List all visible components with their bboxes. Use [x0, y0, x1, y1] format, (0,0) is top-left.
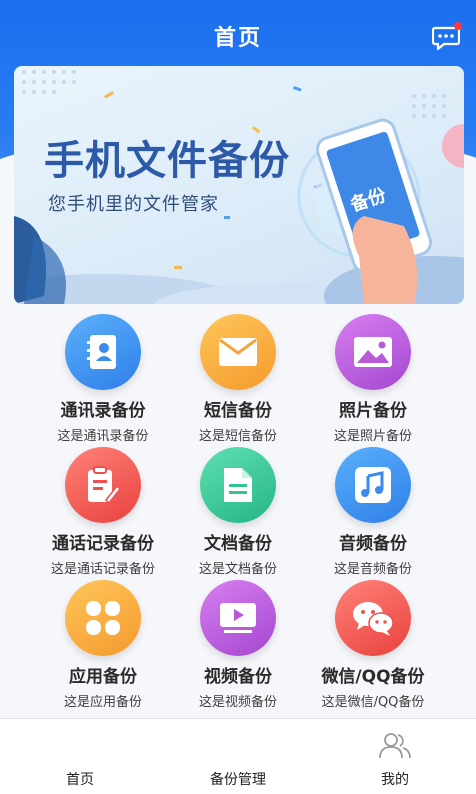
- feature-label: 音频备份: [339, 534, 407, 554]
- feature-tile-photos[interactable]: 照片备份 这是照片备份: [303, 314, 443, 444]
- feature-label: 照片备份: [339, 401, 407, 421]
- feature-label: 应用备份: [69, 667, 137, 687]
- feature-desc: 这是视频备份: [198, 695, 277, 710]
- bottom-tab-bar: 首页 备份管理 我的: [0, 718, 476, 794]
- user-group-icon: [379, 733, 411, 759]
- envelope-icon: [200, 314, 276, 390]
- app-grid-icon: [65, 580, 141, 656]
- feature-label: 视频备份: [204, 667, 272, 687]
- feature-desc: 这是应用备份: [63, 695, 142, 710]
- feature-label: 通讯录备份: [60, 401, 146, 421]
- feature-tile-video[interactable]: 视频备份 这是视频备份: [168, 580, 308, 710]
- feature-tile-contacts[interactable]: 通讯录备份 这是通讯录备份: [33, 314, 173, 444]
- tab-label: 首页: [66, 772, 94, 788]
- document-icon: [200, 447, 276, 523]
- feature-tile-wechat-qq[interactable]: 微信/QQ备份 这是微信/QQ备份: [303, 580, 443, 710]
- feature-tile-apps[interactable]: 应用备份 这是应用备份: [33, 580, 173, 710]
- tab-label: 备份管理: [210, 772, 266, 788]
- banner[interactable]: 手机文件备份 您手机里的文件管家 备份: [14, 66, 464, 304]
- message-button[interactable]: [431, 22, 462, 52]
- feature-tile-documents[interactable]: 文档备份 这是文档备份: [168, 447, 308, 577]
- tab-backup-management[interactable]: 备份管理: [168, 719, 308, 794]
- tab-mine[interactable]: 我的: [325, 719, 465, 794]
- feature-desc: 这是文档备份: [198, 562, 277, 577]
- feature-tile-sms[interactable]: 短信备份 这是短信备份: [168, 314, 308, 444]
- feature-label: 短信备份: [204, 401, 272, 421]
- wechat-icon: [335, 580, 411, 656]
- page-title: 首页: [213, 26, 262, 51]
- banner-title: 手机文件备份: [44, 138, 290, 184]
- tab-home[interactable]: 首页: [10, 719, 150, 794]
- image-icon: [335, 314, 411, 390]
- call-log-icon: [65, 447, 141, 523]
- feature-desc: 这是音频备份: [333, 562, 412, 577]
- feature-label: 微信/QQ备份: [321, 667, 425, 687]
- title-bar: 首页: [0, 0, 476, 72]
- feature-desc: 这是照片备份: [333, 429, 412, 444]
- feature-tile-audio[interactable]: 音频备份 这是音频备份: [303, 447, 443, 577]
- banner-subtitle: 您手机里的文件管家: [48, 194, 219, 215]
- tab-label: 我的: [381, 772, 409, 788]
- unread-dot: [454, 22, 462, 30]
- contacts-book-icon: [65, 314, 141, 390]
- feature-desc: 这是微信/QQ备份: [321, 695, 425, 710]
- feature-tile-call-log[interactable]: 通话记录备份 这是通话记录备份: [33, 447, 173, 577]
- music-note-icon: [335, 447, 411, 523]
- feature-label: 通话记录备份: [52, 534, 154, 554]
- feature-label: 文档备份: [204, 534, 272, 554]
- feature-desc: 这是短信备份: [198, 429, 277, 444]
- feature-desc: 这是通话记录备份: [50, 562, 155, 577]
- video-play-icon: [200, 580, 276, 656]
- feature-desc: 这是通讯录备份: [57, 429, 149, 444]
